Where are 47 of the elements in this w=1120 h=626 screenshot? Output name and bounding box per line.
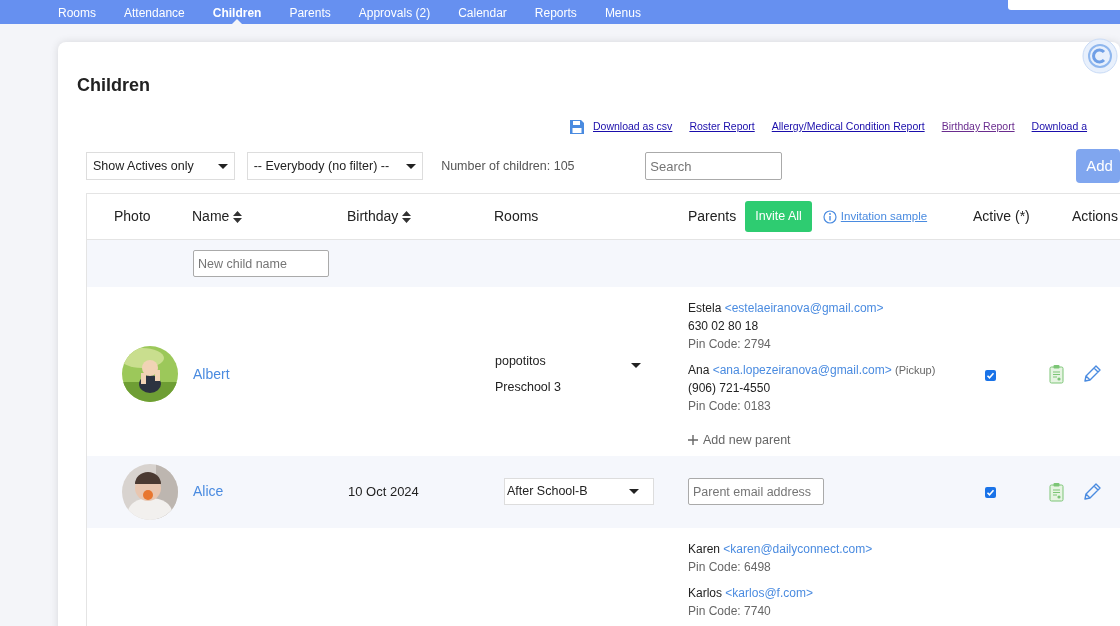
parent-email-field[interactable]: Parent email address (688, 478, 824, 506)
room-name: popotitos (495, 352, 547, 370)
column-header: Rooms (494, 207, 539, 226)
child-name-link[interactable]: Alice (193, 483, 224, 500)
nav-tab[interactable]: Parents (275, 2, 345, 24)
nav-tab[interactable]: Rooms (44, 2, 110, 24)
search-field[interactable]: Search (645, 152, 783, 180)
parent-phone: (906) 721-4550 (688, 380, 772, 397)
room-name: Preschool 3 (495, 379, 561, 397)
report-link[interactable]: Birthday Report (941, 119, 1015, 135)
child-name-link[interactable]: Albert (193, 365, 230, 382)
nav-tab[interactable]: Children (198, 2, 276, 24)
parent-contact: Karen <karen@dailyconnect.com> (688, 540, 874, 558)
report-link[interactable]: Download as csv (593, 119, 673, 135)
group-dropdown[interactable]: -- Everybody (no filter) -- (246, 152, 424, 180)
nav-tab[interactable]: Approvals (2) (344, 2, 445, 24)
invitation-sample-link[interactable]: Invitation sample (840, 207, 928, 226)
sortable-column-header[interactable]: Name (192, 206, 243, 227)
add-button[interactable]: Add (1076, 149, 1120, 183)
pin-code: Pin Code: 6498 (688, 558, 772, 576)
nav-tab[interactable]: Attendance (110, 2, 199, 24)
birthday-text: 10 Oct 2024 (348, 484, 419, 499)
room-dropdown[interactable]: After School-B (504, 478, 654, 506)
report-link[interactable]: Allergy/Medical Condition Report (771, 119, 925, 135)
children-count: Number of children: 105 (441, 157, 576, 175)
new-child-field[interactable]: New child name (193, 250, 329, 277)
column-header: Parents (688, 207, 737, 226)
pin-code: Pin Code: 0183 (688, 398, 772, 415)
invite-all-button[interactable]: Invite All (745, 201, 812, 232)
nav-tab[interactable]: Reports (520, 2, 591, 24)
nav-tab[interactable]: Menus (590, 2, 655, 24)
parent-contact: Ana <ana.lopezeiranova@gmail.com> (Pickup) (688, 362, 937, 379)
parent-phone: 630 02 80 18 (688, 318, 760, 335)
column-header: Active (*) (973, 207, 1030, 226)
report-link[interactable]: Download a (1031, 119, 1088, 135)
column-header: Actions (1072, 207, 1118, 226)
report-link[interactable]: Roster Report (689, 119, 755, 135)
pin-code: Pin Code: 7740 (688, 602, 772, 620)
status-dropdown[interactable]: Show Actives only (86, 152, 235, 180)
pin-code: Pin Code: 2794 (688, 336, 772, 353)
column-header: Photo (114, 207, 151, 226)
nav-tab[interactable]: Calendar (444, 2, 521, 24)
parent-contact: Karlos <karlos@f.com> (688, 584, 814, 602)
parent-contact: Estela <estelaeiranova@gmail.com> (688, 300, 885, 317)
page-title: Children (77, 74, 151, 97)
sortable-column-header[interactable]: Birthday (347, 206, 412, 227)
add-parent-link[interactable]: Add new parent (703, 431, 791, 450)
